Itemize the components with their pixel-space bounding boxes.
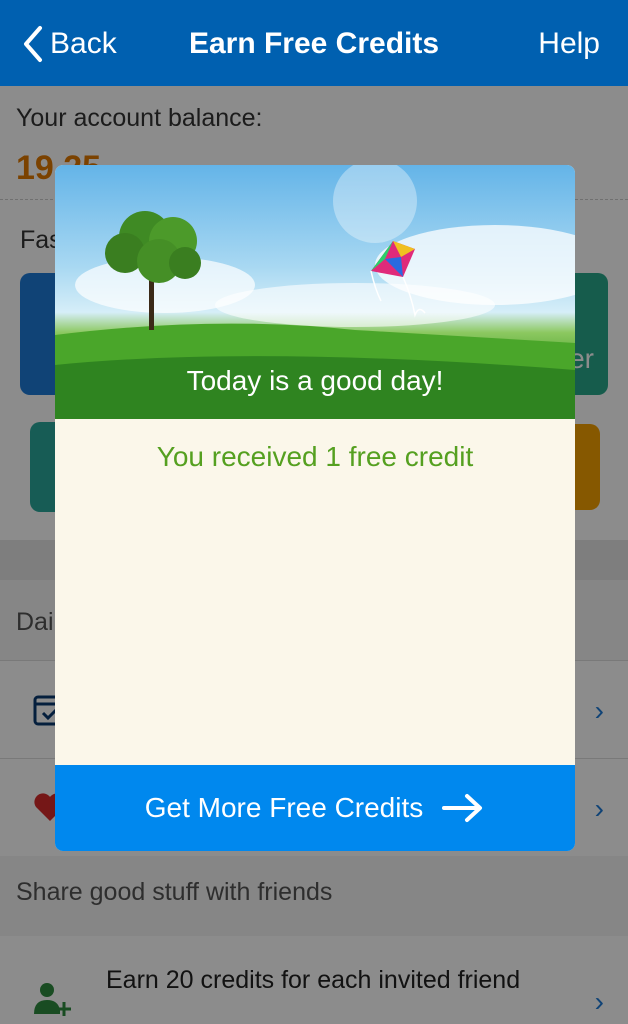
page-title: Earn Free Credits [188,27,440,60]
cta-label: Get More Free Credits [144,792,424,823]
hero-caption: Today is a good day! [186,365,444,396]
get-more-credits-button[interactable]: Get More Free Credits [55,765,575,851]
reward-message: You received 1 free credit [156,441,474,472]
reward-modal: Today is a good day! You received 1 free… [55,165,575,851]
navbar: Back Earn Free Credits Help [0,0,628,86]
hero-image: Today is a good day! [55,165,575,419]
help-button[interactable]: Help [538,22,600,66]
arrow-right-icon [442,794,483,822]
